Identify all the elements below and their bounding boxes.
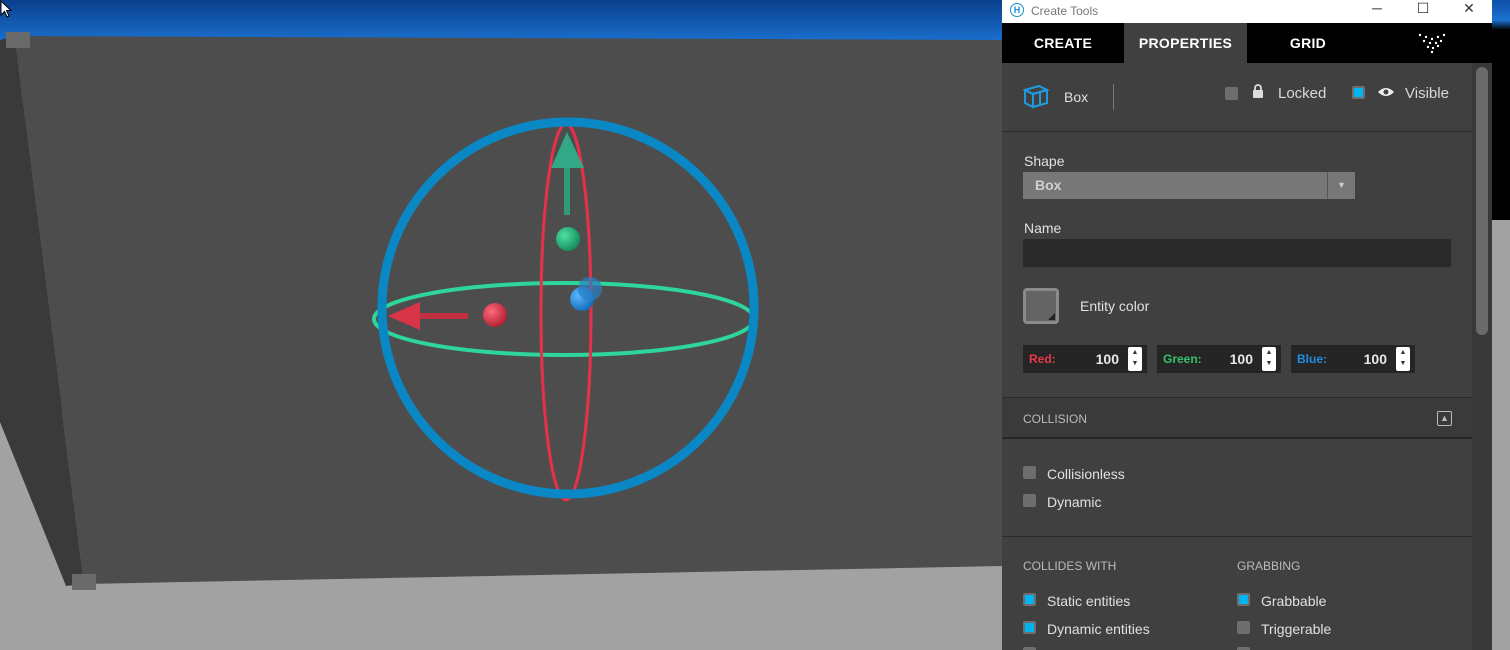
z-scale-handle-far[interactable] xyxy=(578,277,602,301)
corner-handle[interactable] xyxy=(6,32,30,48)
scrollbar-thumb[interactable] xyxy=(1476,67,1488,335)
red-label: Red: xyxy=(1029,352,1056,366)
x-scale-handle[interactable] xyxy=(483,303,507,327)
blue-spinner[interactable]: ▲ ▼ xyxy=(1396,347,1410,371)
visible-label: Visible xyxy=(1405,85,1449,102)
green-label: Green: xyxy=(1163,352,1202,366)
shape-select-value: Box xyxy=(1035,177,1062,193)
dynamic-entities-label: Dynamic entities xyxy=(1047,621,1150,637)
red-spinner[interactable]: ▲ ▼ xyxy=(1128,347,1142,371)
collides-with-label: COLLIDES WITH xyxy=(1023,559,1117,573)
app-logo-icon: H xyxy=(1010,3,1024,17)
blue-label: Blue: xyxy=(1297,352,1327,366)
corner-handle[interactable] xyxy=(72,574,96,590)
collisionless-checkbox[interactable] xyxy=(1023,466,1036,479)
tab-properties[interactable]: PROPERTIES xyxy=(1124,23,1247,63)
create-tools-window: H Create Tools ─ ☐ ✕ CREATE PROPERTIES G… xyxy=(1002,0,1492,650)
viewport-edge xyxy=(1492,0,1510,650)
blue-number-input[interactable]: Blue: 100 ▲ ▼ xyxy=(1291,345,1415,373)
name-input[interactable] xyxy=(1023,239,1451,267)
triggerable-label: Triggerable xyxy=(1261,621,1332,637)
tab-bar: CREATE PROPERTIES GRID xyxy=(1002,23,1492,63)
maximize-button[interactable]: ☐ xyxy=(1400,0,1446,22)
blue-value[interactable]: 100 xyxy=(1364,351,1387,367)
dynamic-checkbox[interactable] xyxy=(1023,494,1036,507)
triggerable-checkbox[interactable] xyxy=(1237,621,1250,634)
box-icon xyxy=(1022,84,1050,109)
color-picker-corner-icon xyxy=(1048,313,1055,320)
green-value[interactable]: 100 xyxy=(1230,351,1253,367)
dynamic-label: Dynamic xyxy=(1047,494,1102,510)
visible-checkbox[interactable] xyxy=(1352,86,1365,99)
static-entities-checkbox[interactable] xyxy=(1023,593,1036,606)
close-button[interactable]: ✕ xyxy=(1446,0,1492,22)
scrollbar[interactable] xyxy=(1472,63,1492,650)
locked-label: Locked xyxy=(1278,85,1327,102)
high-fidelity-logo-icon[interactable] xyxy=(1414,31,1450,55)
shape-label: Shape xyxy=(1024,153,1065,169)
dynamic-entities-checkbox[interactable] xyxy=(1023,621,1036,634)
shape-select[interactable]: Box ▼ xyxy=(1023,172,1355,199)
collapse-icon[interactable]: ▲ xyxy=(1437,411,1452,426)
grabbing-label: GRABBING xyxy=(1237,559,1301,573)
mouse-cursor-icon xyxy=(0,0,13,18)
entity-color-swatch[interactable] xyxy=(1023,288,1059,324)
header-divider xyxy=(1113,84,1114,110)
x-axis-arrow-shaft[interactable] xyxy=(414,313,468,319)
grabbable-checkbox[interactable] xyxy=(1237,593,1250,606)
collision-section-label: COLLISION xyxy=(1023,412,1088,426)
tab-create[interactable]: CREATE xyxy=(1020,23,1106,63)
green-number-input[interactable]: Green: 100 ▲ ▼ xyxy=(1157,345,1281,373)
locked-checkbox[interactable] xyxy=(1225,87,1238,100)
selected-box-entity[interactable] xyxy=(14,36,1002,584)
minimize-button[interactable]: ─ xyxy=(1354,0,1400,22)
lock-icon xyxy=(1253,84,1263,98)
y-scale-handle[interactable] xyxy=(556,227,580,251)
red-number-input[interactable]: Red: 100 ▲ ▼ xyxy=(1023,345,1147,373)
tab-grid[interactable]: GRID xyxy=(1266,23,1350,63)
red-value[interactable]: 100 xyxy=(1096,351,1119,367)
grabbable-label: Grabbable xyxy=(1261,593,1327,609)
divider xyxy=(1002,131,1472,132)
name-label: Name xyxy=(1024,220,1062,236)
divider xyxy=(1002,536,1472,537)
static-entities-label: Static entities xyxy=(1047,593,1131,609)
eye-icon xyxy=(1378,88,1394,96)
entity-type-label: Box xyxy=(1064,89,1089,105)
y-axis-arrow-shaft[interactable] xyxy=(564,165,570,215)
window-title: Create Tools xyxy=(1031,4,1099,18)
collisionless-label: Collisionless xyxy=(1047,466,1125,482)
dropdown-arrow-icon[interactable]: ▼ xyxy=(1327,172,1355,199)
green-spinner[interactable]: ▲ ▼ xyxy=(1262,347,1276,371)
title-bar: H Create Tools ─ ☐ ✕ xyxy=(1002,0,1492,23)
entity-color-label: Entity color xyxy=(1080,298,1150,314)
collision-section-header[interactable]: COLLISION ▲ xyxy=(1002,397,1472,439)
